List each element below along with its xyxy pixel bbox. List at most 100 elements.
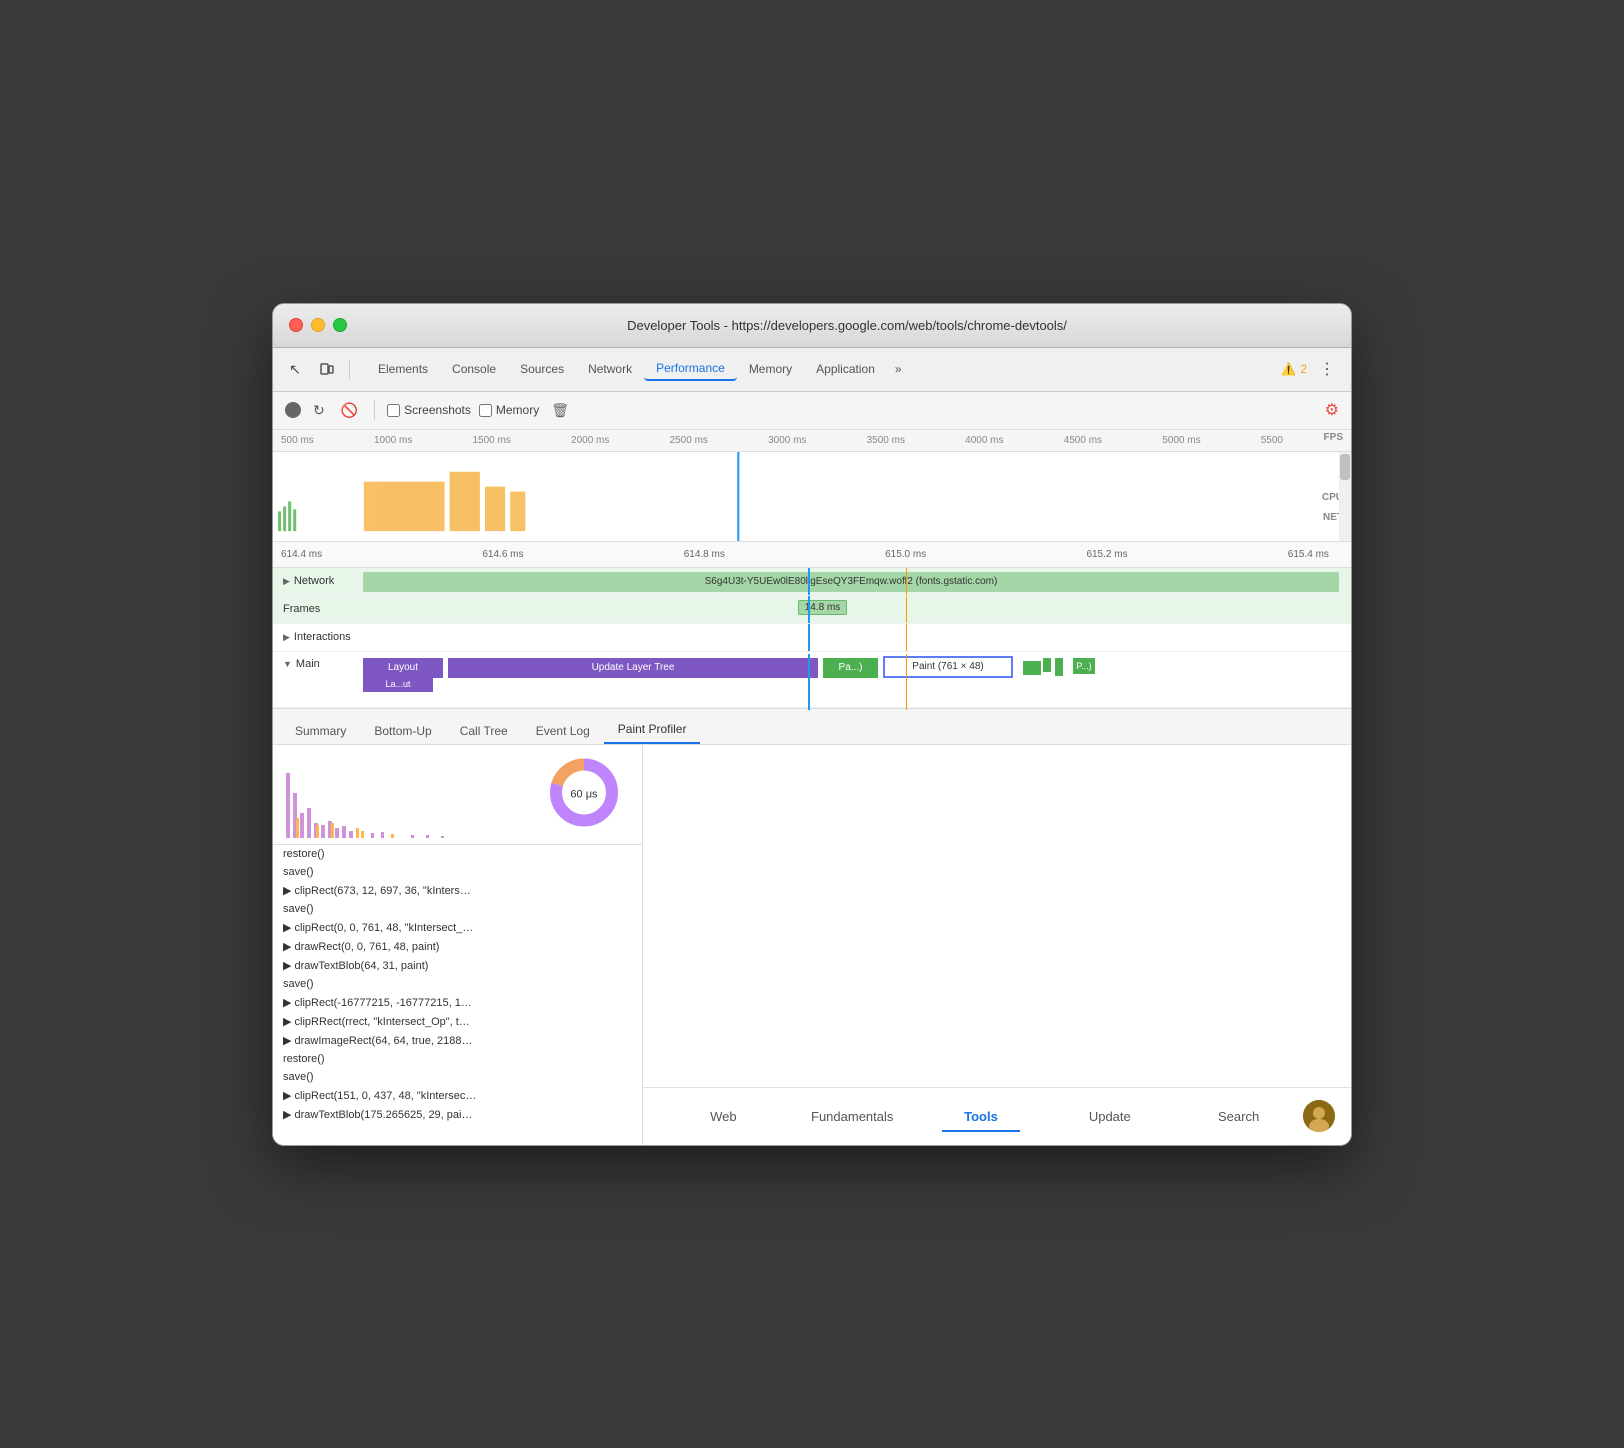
cmd-drawtextblob-2[interactable]: ▶ drawTextBlob(175.265625, 29, pai…: [273, 1105, 642, 1124]
frames-orange-line: [906, 596, 907, 623]
paint-commands-panel[interactable]: 60 μs restore() save() ▶ clipRect(673, 1…: [273, 745, 643, 1145]
update-layer-tree-bar: Update Layer Tree: [448, 658, 818, 678]
tab-network[interactable]: Network: [576, 358, 644, 380]
cmd-drawtextblob-1[interactable]: ▶ drawTextBlob(64, 31, paint): [273, 956, 642, 975]
close-button[interactable]: [289, 318, 303, 332]
interactions-track-content[interactable]: [363, 624, 1351, 651]
paint-command-list[interactable]: restore() save() ▶ clipRect(673, 12, 697…: [273, 845, 642, 1124]
main-collapse-icon[interactable]: ▼: [283, 659, 292, 669]
interactions-track-label: ▶ Interactions: [273, 631, 363, 643]
ruler-label-6: 3500 ms: [867, 435, 905, 446]
more-tabs-button[interactable]: »: [887, 358, 910, 380]
panel-tabs: Summary Bottom-Up Call Tree Event Log Pa…: [273, 709, 1351, 745]
kebab-menu-button[interactable]: ⋮: [1311, 355, 1343, 383]
ruler-label-10: 5500: [1261, 435, 1283, 446]
cmd-save-1[interactable]: save(): [273, 863, 642, 881]
cmd-save-4[interactable]: save(): [273, 1068, 642, 1086]
ruler-labels: 500 ms 1000 ms 1500 ms 2000 ms 2500 ms 3…: [281, 435, 1343, 446]
interactions-orange-line: [906, 624, 907, 651]
timeline-scrollbar[interactable]: [1339, 452, 1351, 541]
window-title: Developer Tools - https://developers.goo…: [359, 318, 1335, 333]
laout-bar: La...ut: [363, 676, 433, 692]
network-track-label: ▶ Network: [273, 575, 363, 587]
tab-event-log[interactable]: Event Log: [522, 718, 604, 744]
trash-button[interactable]: 🗑: [551, 402, 569, 419]
settings-button[interactable]: ⚙: [1325, 400, 1339, 420]
frames-track-row: Frames 14.8 ms: [273, 596, 1351, 624]
ruler-label-5: 3000 ms: [768, 435, 806, 446]
cmd-cliprect-3[interactable]: ▶ clipRect(-16777215, -16777215, 1…: [273, 993, 642, 1012]
ruler-label-7: 4000 ms: [965, 435, 1003, 446]
cmd-save-2[interactable]: save(): [273, 900, 642, 918]
devtools-toolbar: ↖ Elements Console Sources Network Perfo…: [273, 348, 1351, 392]
main-orange-line: [906, 654, 907, 710]
network-bar: S6g4U3t-Y5UEw0lE80llgEseQY3FEmqw.woff2 (…: [363, 572, 1339, 592]
screenshots-checkbox-label[interactable]: Screenshots: [387, 403, 471, 417]
google-nav-fundamentals[interactable]: Fundamentals: [788, 1101, 917, 1132]
interactions-expand-icon[interactable]: ▶: [283, 632, 290, 643]
network-expand-icon[interactable]: ▶: [283, 576, 290, 587]
frames-track-label: Frames: [273, 603, 363, 615]
main-blue-line: [808, 654, 810, 710]
network-track-row: ▶ Network S6g4U3t-Y5UEw0lE80llgEseQY3FEm…: [273, 568, 1351, 596]
tab-bar: Elements Console Sources Network Perform…: [358, 357, 1277, 381]
google-nav-web[interactable]: Web: [659, 1101, 788, 1132]
google-nav-update[interactable]: Update: [1045, 1101, 1174, 1132]
warning-count: 2: [1300, 362, 1307, 376]
timeline-scrollbar-thumb[interactable]: [1340, 454, 1350, 481]
record-button[interactable]: [285, 402, 301, 418]
cursor-tool-button[interactable]: ↖: [281, 355, 309, 383]
detail-label-5: 615.4 ms: [1288, 549, 1329, 560]
user-avatar[interactable]: [1303, 1100, 1335, 1132]
cmd-drawimagerect[interactable]: ▶ drawImageRect(64, 64, true, 2188…: [273, 1031, 642, 1050]
tab-memory[interactable]: Memory: [737, 358, 804, 380]
warning-icon: ⚠️: [1281, 362, 1296, 376]
screenshots-checkbox[interactable]: [387, 404, 400, 417]
tab-call-tree[interactable]: Call Tree: [446, 718, 522, 744]
paint-preview-canvas: [643, 745, 1351, 1087]
memory-checkbox[interactable]: [479, 404, 492, 417]
tab-performance[interactable]: Performance: [644, 357, 737, 381]
device-toolbar-button[interactable]: [313, 355, 341, 383]
network-track-content[interactable]: S6g4U3t-Y5UEw0lE80llgEseQY3FEmqw.woff2 (…: [363, 568, 1351, 595]
timeline-tracks: ▶ Network S6g4U3t-Y5UEw0lE80llgEseQY3FEm…: [273, 568, 1351, 709]
ruler-label-8: 4500 ms: [1064, 435, 1102, 446]
tab-summary[interactable]: Summary: [281, 718, 360, 744]
tab-elements[interactable]: Elements: [366, 358, 440, 380]
cmd-drawrect[interactable]: ▶ drawRect(0, 0, 761, 48, paint): [273, 937, 642, 956]
frames-track-content[interactable]: 14.8 ms: [363, 596, 1351, 623]
google-nav-tools[interactable]: Tools: [917, 1101, 1046, 1132]
memory-checkbox-label[interactable]: Memory: [479, 403, 539, 417]
paint-bar: Paint (761 × 48): [883, 656, 1013, 678]
timeline-chart[interactable]: CPU NET: [273, 452, 1351, 542]
tab-sources[interactable]: Sources: [508, 358, 576, 380]
cmd-cliprect-1[interactable]: ▶ clipRect(673, 12, 697, 36, "kInters…: [273, 881, 642, 900]
tab-application[interactable]: Application: [804, 358, 887, 380]
reload-button[interactable]: ↻: [309, 400, 329, 421]
cmd-cliprect-4[interactable]: ▶ clipRect(151, 0, 437, 48, "kIntersec…: [273, 1086, 642, 1105]
clear-button[interactable]: 🚫: [337, 400, 362, 421]
ruler-label-2: 1500 ms: [473, 435, 511, 446]
cmd-restore-2[interactable]: restore(): [273, 1050, 642, 1068]
devtools-window: Developer Tools - https://developers.goo…: [272, 303, 1352, 1146]
detail-label-4: 615.2 ms: [1086, 549, 1127, 560]
cmd-cliprrect[interactable]: ▶ clipRRect(rrect, "kIntersect_Op", t…: [273, 1012, 642, 1031]
interactions-track-row: ▶ Interactions: [273, 624, 1351, 652]
split-panel: 60 μs restore() save() ▶ clipRect(673, 1…: [273, 745, 1351, 1145]
maximize-button[interactable]: [333, 318, 347, 332]
minimize-button[interactable]: [311, 318, 325, 332]
tab-console[interactable]: Console: [440, 358, 508, 380]
network-label-text: Network: [294, 575, 334, 587]
memory-label: Memory: [496, 403, 539, 417]
cmd-cliprect-2[interactable]: ▶ clipRect(0, 0, 761, 48, "kIntersect_…: [273, 918, 642, 937]
cmd-save-3[interactable]: save(): [273, 975, 642, 993]
interactions-label-text: Interactions: [294, 631, 351, 643]
donut-chart-container: 60 μs: [546, 755, 622, 834]
tab-paint-profiler[interactable]: Paint Profiler: [604, 716, 701, 744]
tab-bottom-up[interactable]: Bottom-Up: [360, 718, 445, 744]
google-nav-search[interactable]: Search: [1174, 1101, 1303, 1132]
main-track-content[interactable]: Layout Update Layer Tree Pa...) Paint (7…: [363, 654, 1351, 710]
frame-time-badge: 14.8 ms: [798, 600, 848, 615]
cmd-restore-1[interactable]: restore(): [273, 845, 642, 863]
separator: [349, 359, 350, 379]
